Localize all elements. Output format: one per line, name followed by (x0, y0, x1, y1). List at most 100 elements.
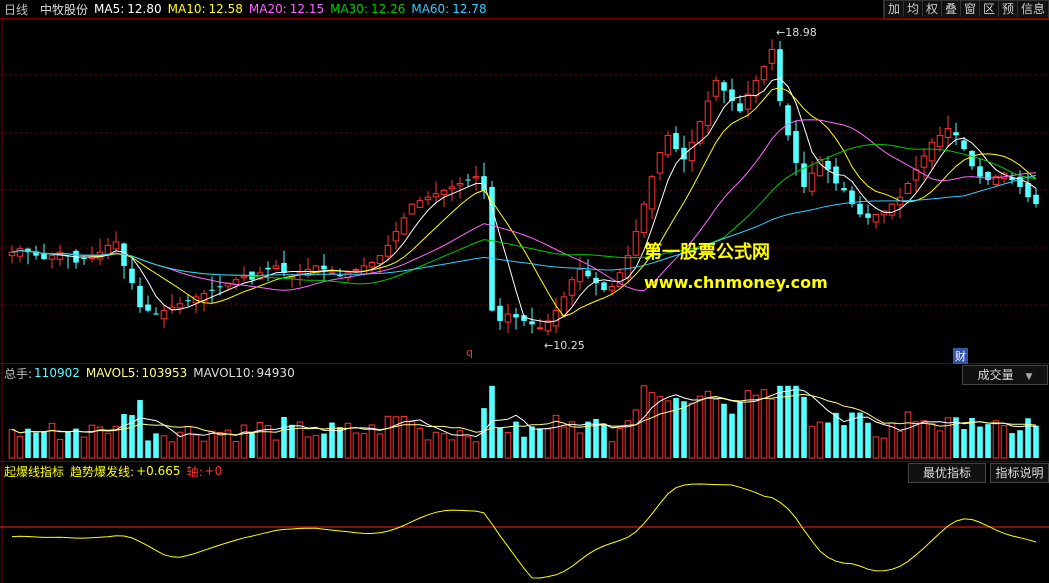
volume-bar-up (608, 441, 616, 459)
volume-bar-up (920, 420, 928, 459)
volume-bar-down (521, 436, 527, 458)
candle-body-up (560, 296, 568, 316)
candle-body-down (681, 147, 687, 160)
chevron-down-icon: ▼ (1025, 372, 1033, 382)
volume-bar-down (857, 412, 863, 458)
candle-body-down (601, 282, 607, 291)
volume-bar-down (145, 440, 151, 458)
candle-body-down (321, 265, 327, 270)
candle-body-up (688, 141, 696, 162)
candle-body-up (296, 272, 304, 275)
candle-body-up (16, 248, 24, 257)
candle-body-up (704, 100, 712, 126)
candle-body-up (760, 66, 768, 81)
volume-bar-up (88, 424, 96, 459)
volume-bar-down (513, 421, 519, 458)
candle-body-down (513, 314, 519, 318)
candle-body-up (352, 268, 360, 271)
main-chart[interactable] (0, 0, 1049, 583)
best-indicator-button[interactable]: 最优指标 (908, 463, 986, 483)
volume-bar-down (793, 385, 799, 458)
candle-body-up (376, 255, 384, 264)
candle-body-up (712, 79, 720, 97)
volume-bar-up (264, 424, 272, 459)
candle-body-up (872, 213, 880, 223)
volume-selector-label: 成交量 (977, 368, 1014, 382)
candle-body-up (160, 310, 168, 320)
volume-bar-up (664, 400, 672, 459)
candle-body-up (568, 279, 576, 296)
volume-selector[interactable]: 成交量 ▼ (962, 365, 1048, 385)
volume-bar-up (160, 435, 168, 459)
volume-bar-up (936, 430, 944, 459)
volume-bar-up (184, 425, 192, 459)
volume-value: 110902 (34, 366, 80, 380)
low-price-label: ←10.25 (544, 339, 585, 352)
candle-body-up (416, 200, 424, 208)
volume-bar-up (896, 430, 904, 459)
candle-body-down (497, 305, 503, 321)
volume-bar-down (681, 401, 687, 458)
indicator-help-button[interactable]: 指标说明 (990, 463, 1049, 483)
candle-body-down (737, 103, 743, 112)
candle-body-down (81, 257, 87, 260)
volume-bar-up (272, 439, 280, 459)
volume-bar-up (240, 424, 248, 459)
candle-body-up (936, 134, 944, 148)
volume-bar-up (416, 427, 424, 459)
volume-bar-down (121, 413, 127, 458)
volume-bar-up (904, 411, 912, 459)
mavol10-value: 94930 (256, 366, 295, 380)
indicator-line-label: 趋势爆发线: (70, 464, 135, 479)
candle-body-up (648, 176, 656, 210)
volume-bar-up (192, 434, 200, 459)
volume-bar-up (816, 421, 824, 459)
candle-body-up (904, 183, 912, 194)
volume-bar-up (696, 395, 704, 459)
candle-body-down (217, 286, 223, 288)
volume-bar-up (96, 426, 104, 459)
candle-body-up (48, 255, 56, 260)
candle-body-up (328, 272, 336, 275)
volume-bar-up (432, 431, 440, 459)
volume-bar-up (544, 428, 552, 459)
volume-bar-down (249, 432, 255, 458)
volume-bar-down (1033, 425, 1039, 458)
indicator-name[interactable]: 起爆线指标 (4, 463, 64, 480)
volume-bar-up (168, 441, 176, 459)
indicator-line-value: +0.665 (136, 464, 181, 478)
volume-bar-down (841, 425, 847, 458)
volume-bar-up (888, 422, 896, 459)
volume-bar-down (801, 396, 807, 458)
indicator-axis-label: 轴: (186, 464, 203, 479)
volume-bar-down (985, 424, 991, 458)
volume-bar-up (712, 398, 720, 459)
candle-body-up (368, 262, 376, 268)
volume-bar-up (232, 440, 240, 459)
candle-body-up (808, 172, 816, 192)
candle-body-up (112, 241, 120, 250)
candle-body-up (392, 231, 400, 242)
watermark-title: 第一股票公式网 (644, 242, 770, 263)
volume-bar-up (688, 402, 696, 459)
candle-body-down (265, 267, 271, 270)
ma20-line (11, 119, 1037, 292)
candle-body-up (424, 196, 432, 201)
candle-body-up (768, 48, 776, 64)
candle-body-up (944, 128, 952, 138)
q-marker[interactable]: q (466, 346, 473, 359)
volume-bar-down (25, 428, 31, 458)
candle-body-up (624, 255, 632, 278)
ma5-line (11, 77, 1037, 323)
volume-bar-down (65, 431, 71, 458)
candle-body-down (585, 270, 591, 277)
finance-marker[interactable]: 财 (953, 348, 968, 364)
ma10-line (11, 87, 1037, 318)
volume-bar-down (137, 400, 143, 458)
volume-bar-up (760, 389, 768, 459)
candle-body-down (961, 140, 967, 150)
volume-bar-down (737, 402, 743, 458)
volume-bar-up (472, 441, 480, 459)
candle-body-down (129, 268, 135, 284)
candle-body-down (977, 166, 983, 177)
